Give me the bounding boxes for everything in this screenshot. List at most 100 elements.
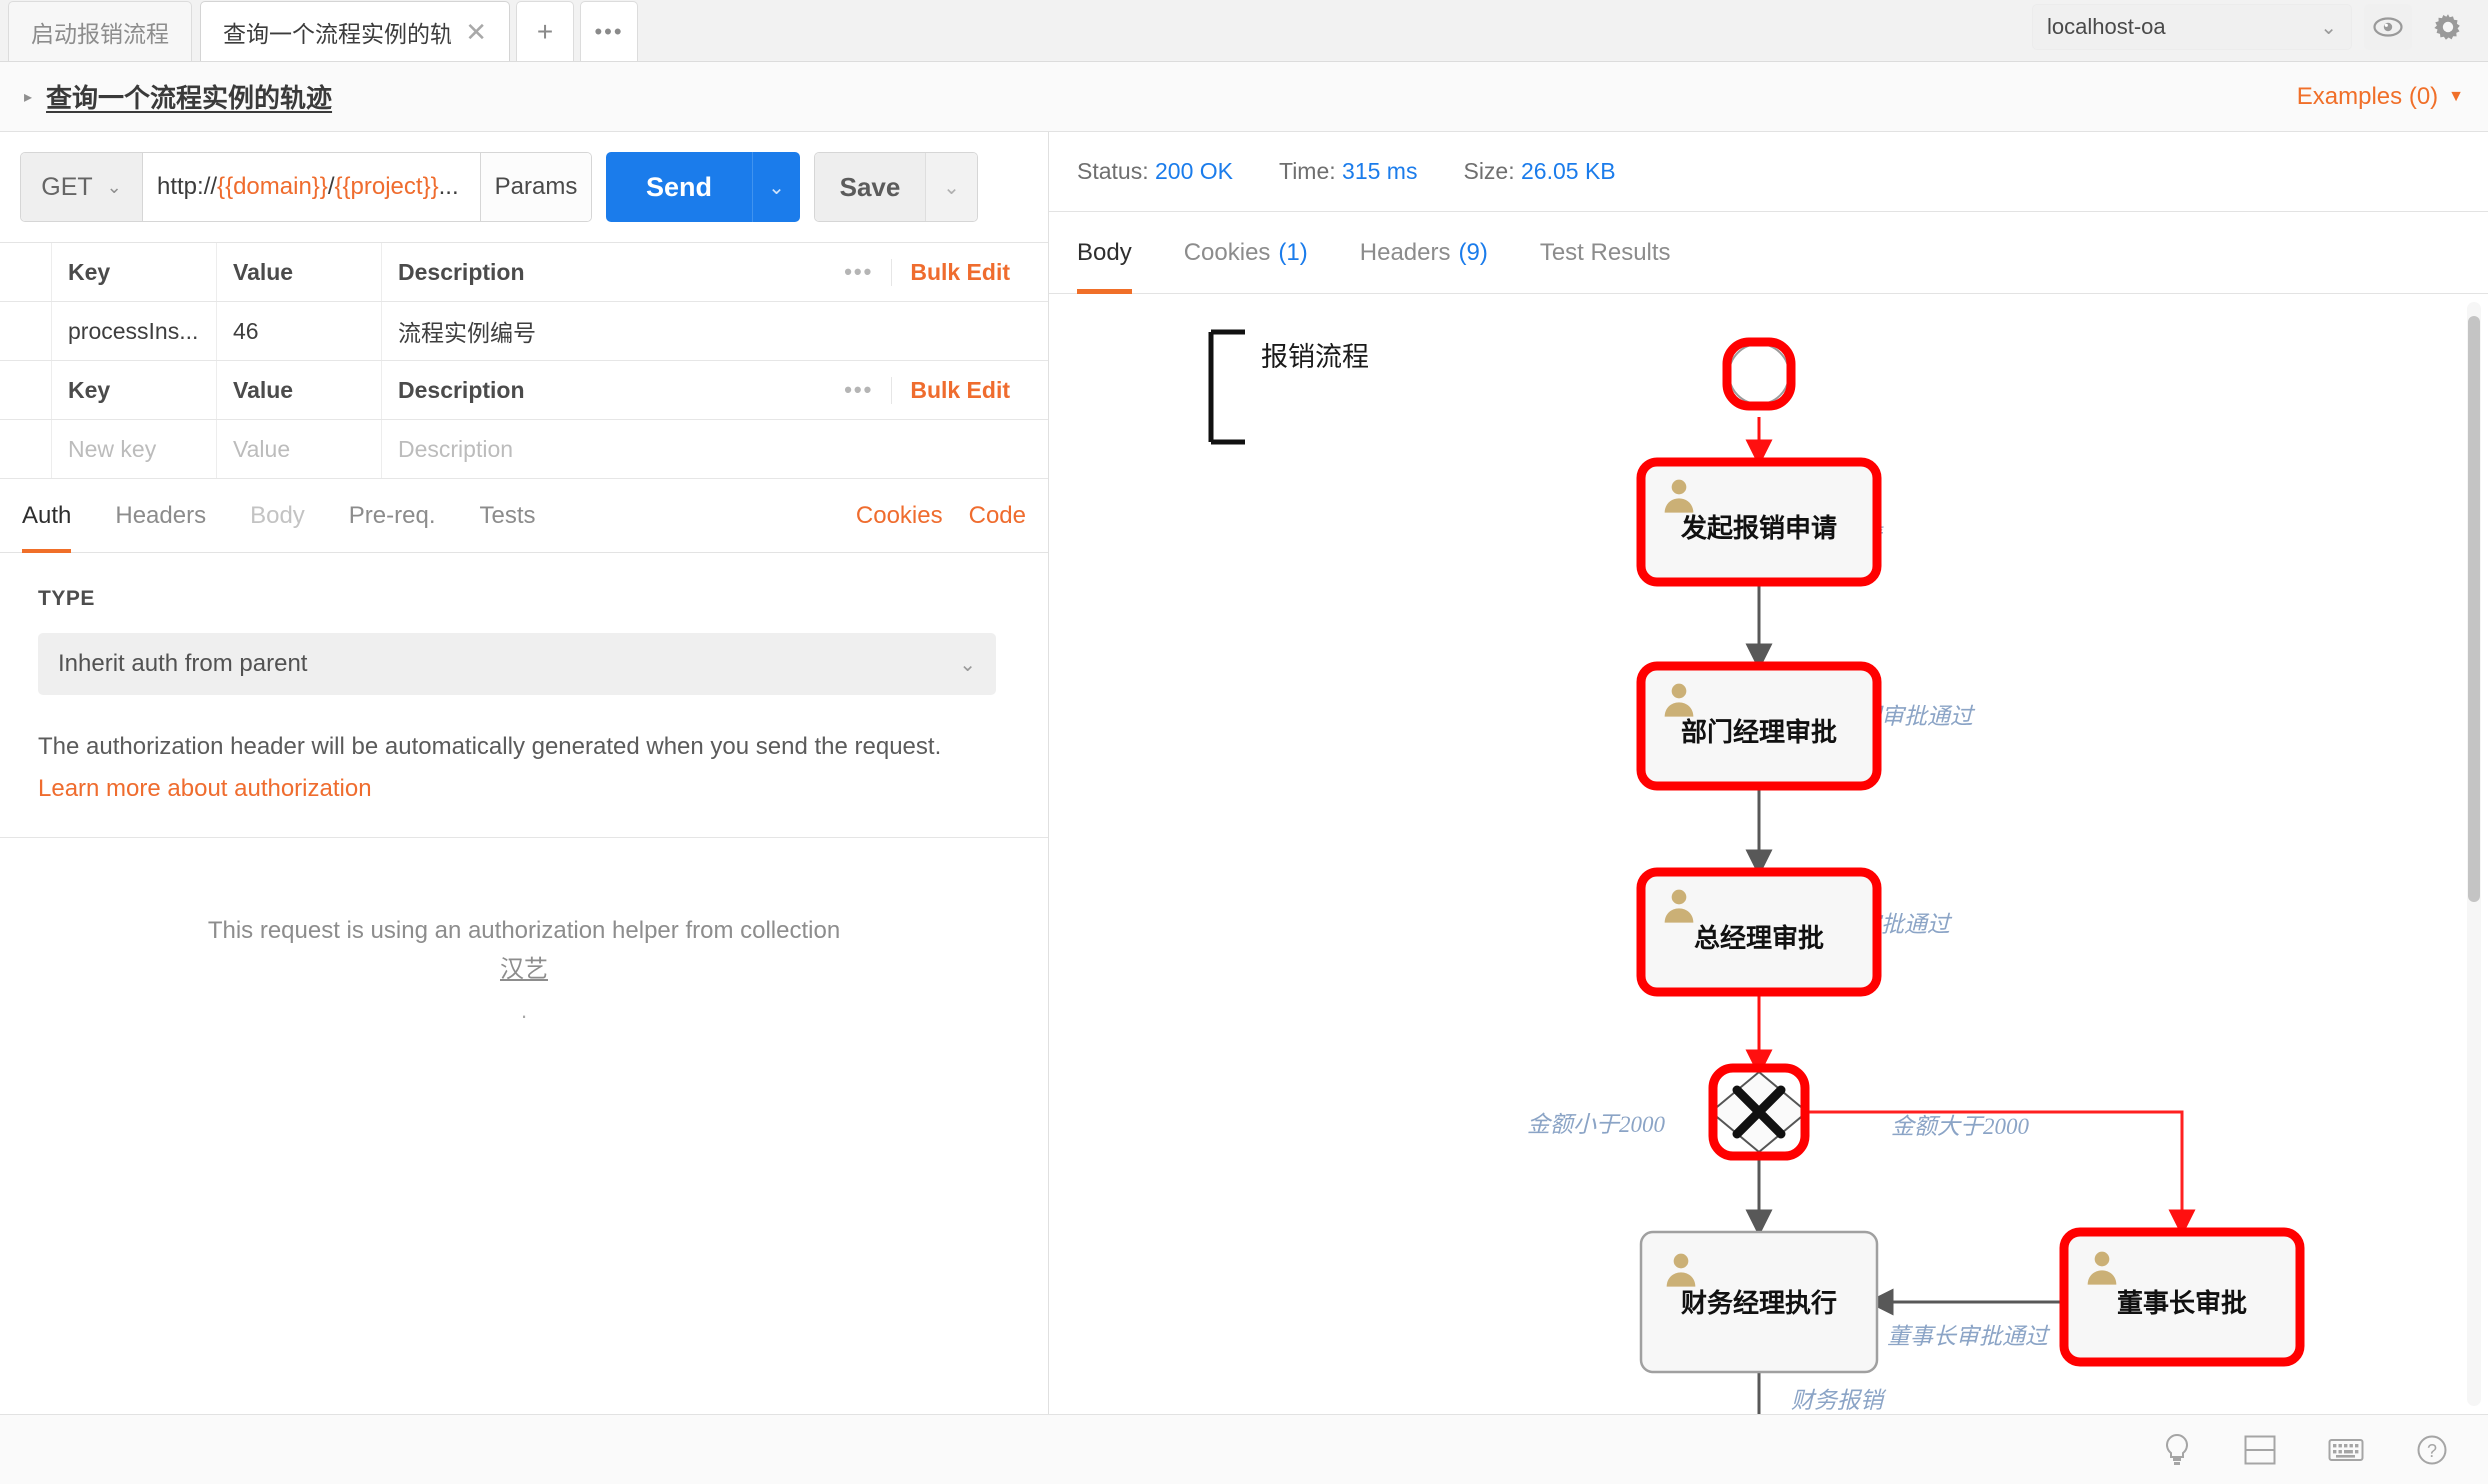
size-label: Size: xyxy=(1463,158,1515,184)
url-suffix: ... xyxy=(438,173,459,200)
bulk-edit-button[interactable]: Bulk Edit xyxy=(891,376,1010,404)
more-options-icon[interactable]: ••• xyxy=(844,377,873,403)
scrollbar-thumb[interactable] xyxy=(2468,316,2480,902)
path-variables-table: Key Value Description ••• Bulk Edit New … xyxy=(0,361,1048,479)
node-task-caiwu-jingli[interactable]: 财务经理执行 xyxy=(1639,1230,1879,1374)
chevron-right-icon[interactable]: ▸ xyxy=(24,87,32,107)
column-description: Description ••• Bulk Edit xyxy=(382,361,1048,419)
bpmn-diagram[interactable]: 报销流程 提交申请 部门经理审批通过 总经理审批通过 xyxy=(1049,294,2488,1414)
auth-helper-block: This request is using an authorization h… xyxy=(0,838,1048,1414)
table-row-new[interactable]: New key Value Description xyxy=(0,420,1048,479)
method-label: GET xyxy=(41,172,93,201)
tab-prerequest[interactable]: Pre-req. xyxy=(327,479,458,553)
new-value-input[interactable]: Value xyxy=(217,420,382,478)
method-selector[interactable]: GET ⌄ xyxy=(21,153,143,221)
row-key[interactable]: processIns... xyxy=(52,302,217,360)
tab-test-results[interactable]: Test Results xyxy=(1514,212,1697,294)
status-label: Status: xyxy=(1077,158,1149,184)
tab-label: 查询一个流程实例的轨迹 xyxy=(223,20,452,47)
tab-1[interactable]: 查询一个流程实例的轨迹 ✕ xyxy=(200,1,510,61)
cookies-link[interactable]: Cookies xyxy=(856,502,943,530)
table-header-row: Key Value Description ••• Bulk Edit xyxy=(0,361,1048,420)
tab-headers[interactable]: Headers xyxy=(93,479,228,553)
auth-panel: TYPE Inherit auth from parent ⌄ The auth… xyxy=(0,553,1048,838)
chevron-down-icon: ⌄ xyxy=(106,176,122,197)
table-header-row: Key Value Description ••• Bulk Edit xyxy=(0,243,1048,302)
node-start-event[interactable] xyxy=(1722,337,1796,411)
auth-note: The authorization header will be automat… xyxy=(38,733,942,760)
params-button[interactable]: Params xyxy=(481,153,591,221)
size-value: 26.05 KB xyxy=(1521,158,1616,184)
send-button[interactable]: Send xyxy=(606,152,752,222)
send-group: Send ⌄ xyxy=(606,152,800,222)
eye-icon[interactable] xyxy=(2364,4,2412,50)
response-scrollbar[interactable] xyxy=(2467,302,2481,1406)
url-prefix: http:// xyxy=(157,173,218,200)
tab-auth[interactable]: Auth xyxy=(22,479,93,553)
column-description-label: Description xyxy=(398,258,525,285)
select-all-checkbox-cell[interactable] xyxy=(0,243,52,301)
node-task-faqi-baoxiao[interactable]: 发起报销申请 xyxy=(1636,457,1882,587)
keyboard-icon[interactable] xyxy=(2328,1437,2364,1463)
new-key-input[interactable]: New key xyxy=(52,420,217,478)
node-task-bumen-jingli[interactable]: 部门经理审批 xyxy=(1636,661,1882,791)
close-icon[interactable]: ✕ xyxy=(465,19,487,45)
time-label: Time: xyxy=(1279,158,1336,184)
tab-cookies-label: Cookies xyxy=(1183,238,1271,266)
environment-selector[interactable]: localhost-oa ⌄ xyxy=(2032,4,2352,50)
save-dropdown-icon[interactable]: ⌄ xyxy=(925,153,977,221)
gear-icon[interactable] xyxy=(2424,4,2472,50)
tab-tests[interactable]: Tests xyxy=(458,479,558,553)
node-exclusive-gateway[interactable] xyxy=(1708,1063,1810,1161)
examples-dropdown[interactable]: Examples (0) ▼ xyxy=(2297,83,2464,111)
bulb-icon[interactable] xyxy=(2162,1433,2192,1467)
node-task-zong-jingli[interactable]: 总经理审批 xyxy=(1636,867,1882,997)
column-key: Key xyxy=(52,361,217,419)
url-separator: / xyxy=(327,173,335,200)
tab-options-button[interactable]: ••• xyxy=(580,1,638,61)
table-row[interactable]: processIns... 46 流程实例编号 xyxy=(0,302,1048,361)
save-button[interactable]: Save xyxy=(815,153,925,221)
tab-body[interactable]: Body xyxy=(228,479,327,553)
new-description-input[interactable]: Description xyxy=(382,420,1048,478)
node-label: 发起报销申请 xyxy=(1680,513,1837,543)
url-variable-domain: {{domain}} xyxy=(217,173,328,200)
layout-icon[interactable] xyxy=(2244,1435,2276,1465)
auth-helper-text: This request is using an authorization h… xyxy=(207,917,841,944)
column-value: Value xyxy=(217,361,382,419)
svg-text:?: ? xyxy=(2427,1441,2437,1461)
node-label: 部门经理审批 xyxy=(1681,717,1837,747)
auth-type-label: TYPE xyxy=(38,587,95,610)
node-task-dongshizhang[interactable]: 董事长审批 xyxy=(2059,1227,2305,1367)
tab-headers-count: (9) xyxy=(1458,238,1488,266)
code-link[interactable]: Code xyxy=(969,502,1026,530)
tab-0[interactable]: 启动报销流程 xyxy=(8,1,192,61)
flow-label-6: 董事长审批通过 xyxy=(1887,1324,2051,1349)
auth-helper-collection-link[interactable]: 汉艺 xyxy=(0,949,1048,984)
tab-cookies-count: (1) xyxy=(1278,238,1308,266)
select-all-checkbox-cell[interactable] xyxy=(0,361,52,419)
row-value[interactable]: 46 xyxy=(217,302,382,360)
bottom-status-bar: ? xyxy=(0,1414,2488,1484)
url-input[interactable]: http://{{domain}} / {{project}}... xyxy=(143,153,481,221)
method-url-group: GET ⌄ http://{{domain}} / {{project}}... P… xyxy=(20,152,592,222)
more-options-icon[interactable]: ••• xyxy=(844,259,873,285)
learn-more-link[interactable]: Learn more about authorization xyxy=(38,775,1010,837)
tab-cookies[interactable]: Cookies (1) xyxy=(1158,212,1334,294)
tab-test-results-label: Test Results xyxy=(1539,238,1671,266)
row-checkbox-cell[interactable] xyxy=(0,420,52,478)
help-icon[interactable]: ? xyxy=(2416,1434,2448,1466)
new-tab-button[interactable]: + xyxy=(516,1,574,61)
auth-type-value: Inherit auth from parent xyxy=(58,650,308,677)
page-title[interactable]: 查询一个流程实例的轨迹 xyxy=(46,78,332,115)
tab-headers[interactable]: Headers (9) xyxy=(1334,212,1514,294)
bpmn-svg: 报销流程 提交申请 部门经理审批通过 总经理审批通过 xyxy=(1208,329,2305,1414)
tab-body[interactable]: Body xyxy=(1077,212,1158,294)
response-tabs: Body Cookies (1) Headers (9) Test Result… xyxy=(1049,212,2488,294)
row-checkbox-cell[interactable] xyxy=(0,302,52,360)
auth-type-select[interactable]: Inherit auth from parent ⌄ xyxy=(38,633,996,695)
send-dropdown-icon[interactable]: ⌄ xyxy=(752,152,800,222)
response-body: 报销流程 提交申请 部门经理审批通过 总经理审批通过 xyxy=(1049,294,2488,1414)
row-description[interactable]: 流程实例编号 xyxy=(382,302,1048,360)
bulk-edit-button[interactable]: Bulk Edit xyxy=(891,258,1010,286)
